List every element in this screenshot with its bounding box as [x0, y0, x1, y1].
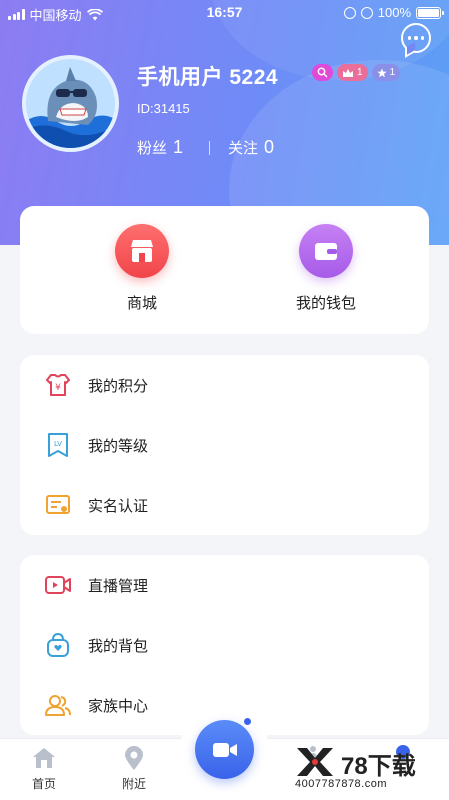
menu-item-points[interactable]: ¥ 我的积分 [20, 355, 429, 415]
username: 手机用户 5224 [137, 66, 279, 89]
points-icon: ¥ [44, 371, 72, 399]
watermark-logo [297, 748, 333, 776]
svg-text:LV: LV [54, 440, 62, 448]
menu-item-level-label: 我的等级 [88, 437, 149, 455]
location-icon [120, 745, 148, 771]
home-icon [30, 745, 58, 771]
wallet-button[interactable]: 我的钱包 [256, 224, 396, 313]
message-icon[interactable] [401, 23, 431, 53]
crown-level-badge: 1 [337, 64, 368, 81]
user-id: ID:31415 [137, 101, 190, 116]
follow-label[interactable]: 关注 [228, 137, 258, 158]
live-video-icon [44, 571, 72, 599]
menu-item-backpack[interactable]: 我的背包 [20, 615, 429, 675]
id-card-icon [44, 491, 72, 519]
status-bar: 中国移动 16:57 100% [0, 0, 449, 26]
start-live-button[interactable] [195, 720, 254, 779]
menu-item-live-manage[interactable]: 直播管理 [20, 555, 429, 615]
level-icon: LV [44, 431, 72, 459]
tab-home-label: 首页 [31, 777, 56, 791]
user-badges: 1 1 [312, 64, 401, 81]
live-notification-dot [244, 718, 251, 725]
wallet-label: 我的钱包 [295, 295, 356, 312]
follow-count[interactable]: 0 [264, 137, 274, 158]
rotation-lock-icon [343, 6, 356, 19]
crown-level: 1 [357, 67, 363, 78]
battery-icon [416, 6, 444, 19]
menu-item-level[interactable]: LV 我的等级 [20, 415, 429, 475]
family-icon [44, 691, 72, 719]
menu-card-account: ¥ 我的积分 LV 我的等级 实名认证 [20, 355, 429, 535]
star-level-badge: 1 [371, 64, 401, 81]
status-right: 100% [343, 5, 444, 20]
menu-item-family-label: 家族中心 [88, 697, 149, 715]
store-label: 商城 [126, 295, 157, 312]
shark-avatar-icon [26, 59, 115, 148]
star-icon [376, 68, 387, 77]
tab-nearby-label: 附近 [121, 777, 146, 791]
watermark-brand: 78下载 [341, 753, 416, 780]
watermark-phone: 4007787878.com [295, 778, 388, 790]
svg-text:¥: ¥ [55, 383, 61, 393]
store-button[interactable]: 商城 [72, 224, 212, 313]
avatar[interactable] [22, 55, 119, 152]
fans-count[interactable]: 1 [173, 137, 183, 158]
menu-item-id-verify[interactable]: 实名认证 [20, 475, 429, 535]
search-badge-icon [312, 64, 333, 81]
wallet-icon [299, 224, 353, 278]
menu-item-points-label: 我的积分 [88, 377, 149, 395]
stats-divider [209, 140, 211, 155]
quick-actions-card: 商城 我的钱包 [20, 206, 429, 334]
crown-icon [343, 68, 353, 77]
star-level: 1 [389, 67, 396, 78]
fans-label[interactable]: 粉丝 [137, 137, 167, 158]
menu-item-live-manage-label: 直播管理 [88, 577, 149, 595]
tab-home[interactable]: 首页 [14, 745, 74, 792]
alarm-icon [360, 6, 373, 19]
watermark: 78下载 4007787878.com [293, 744, 443, 792]
follow-stats: 粉丝 1 关注 0 [137, 137, 274, 158]
video-camera-icon [212, 742, 237, 757]
menu-item-backpack-label: 我的背包 [88, 637, 149, 655]
menu-item-id-verify-label: 实名认证 [88, 497, 149, 515]
battery-percent: 100% [377, 5, 411, 20]
backpack-icon [44, 631, 72, 659]
tab-nearby[interactable]: 附近 [104, 745, 164, 792]
store-icon [115, 224, 169, 278]
